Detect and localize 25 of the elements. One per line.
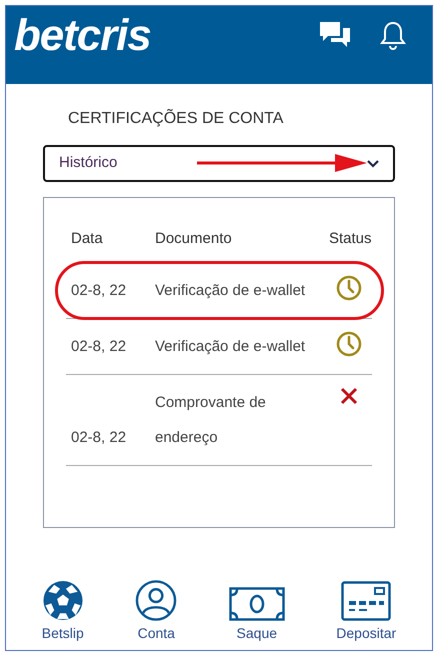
cross-icon: [340, 386, 358, 404]
date-cell-text: 02-8, 22: [71, 428, 128, 448]
bell-icon[interactable]: [380, 20, 406, 50]
nav-button[interactable]: Depositar: [336, 580, 396, 644]
soccer-ball-icon: [42, 580, 84, 621]
date-cell-text: 02-8, 22: [71, 336, 128, 356]
nav-button[interactable]: Saque: [228, 580, 285, 644]
column-header: Documento: [155, 229, 233, 249]
date-cell-text: 02-8, 22: [71, 280, 128, 300]
history-dropdown[interactable]: Histórico: [43, 145, 395, 182]
column-header: Data: [71, 229, 104, 249]
document-cell-text: Verificação de e-wallet: [155, 336, 306, 356]
clock-icon: [336, 330, 362, 356]
logo[interactable]: betcris: [14, 14, 151, 58]
clock-icon: [336, 274, 362, 300]
section-title: CERTIFICAÇÕES DE CONTA: [68, 108, 284, 129]
credit-card-icon: [341, 581, 392, 621]
document-cell-text: Verificação de e-wallet: [155, 280, 306, 300]
banknote-icon: [228, 587, 285, 621]
document-cell-text: Comprovante de endereço: [155, 392, 267, 448]
nav-button[interactable]: Betslip: [42, 580, 84, 644]
nav-button[interactable]: Conta: [135, 580, 178, 644]
column-header: Status: [329, 229, 372, 249]
user-icon: [135, 580, 178, 621]
chevron-down-icon: [367, 160, 379, 168]
